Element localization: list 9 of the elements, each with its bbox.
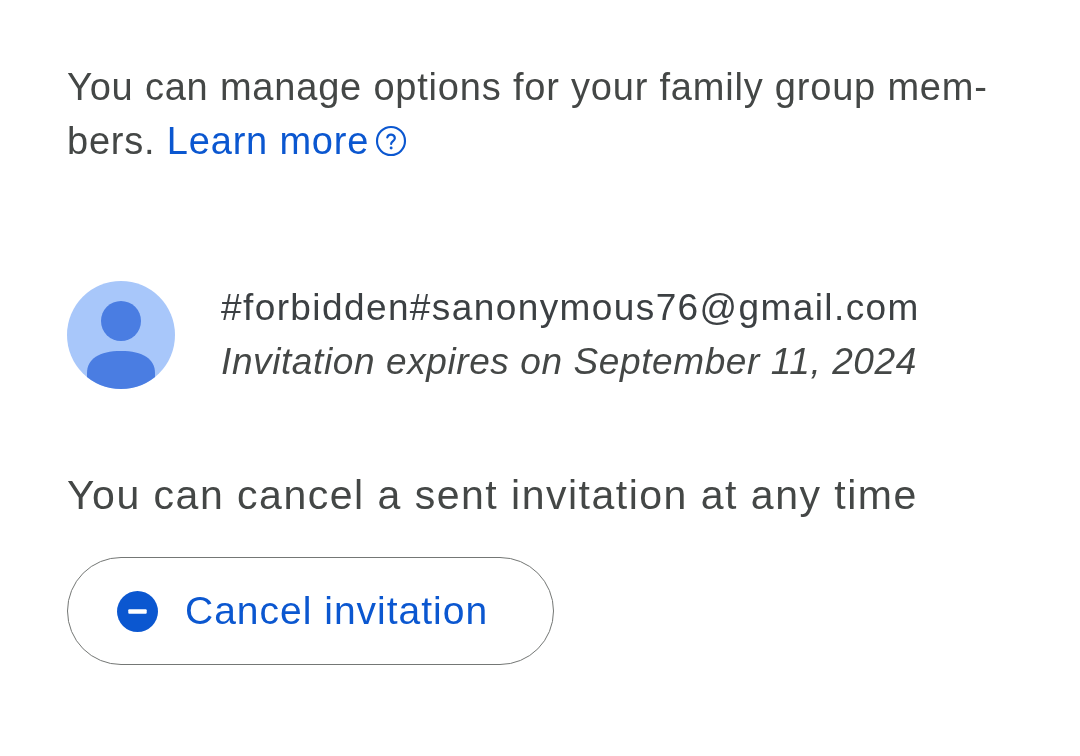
- learn-more-link[interactable]: Learn more: [166, 120, 408, 162]
- intro-text: You can manage options for your family group mem-bers. Learn more: [67, 65, 989, 164]
- cancel-note-text: You can cancel a sent invitation at any time: [67, 471, 919, 520]
- minus-circle-icon: [117, 590, 158, 632]
- avatar-silhouette-icon: [67, 281, 175, 389]
- member-email: #forbidden#sanonymous76@gmail.com: [221, 286, 920, 330]
- invitation-expiry-text: Invitation expires on September 11, 2024: [221, 340, 918, 384]
- help-icon: [375, 125, 408, 157]
- cancel-invitation-button[interactable]: Cancel invitation: [67, 557, 554, 665]
